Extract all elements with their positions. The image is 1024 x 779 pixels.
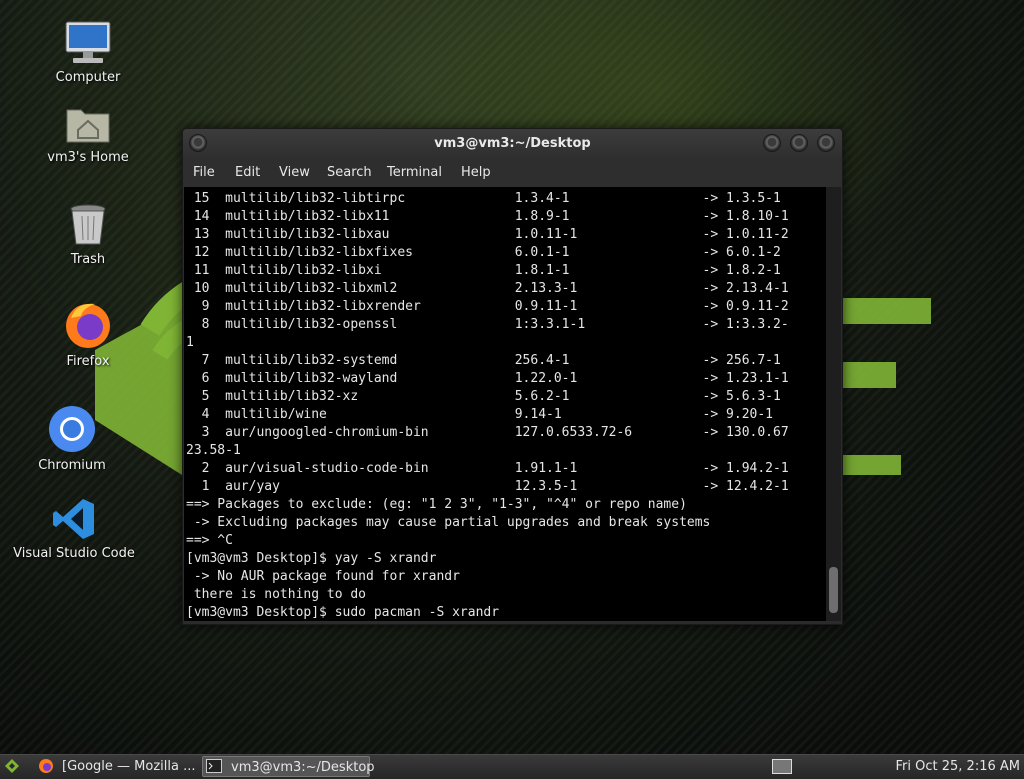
terminal-line: 11 multilib/lib32-libxi 1.8.1-1 -> 1.8.2… — [186, 263, 781, 278]
firefox-icon — [66, 303, 110, 348]
terminal-line: 15 multilib/lib32-libtirpc 1.3.4-1 -> 1.… — [186, 191, 781, 206]
terminal-icon — [206, 759, 222, 773]
terminal-line: 12 multilib/lib32-libxfixes 6.0.1-1 -> 6… — [186, 245, 781, 260]
terminal-line: 9 multilib/lib32-libxrender 0.9.11-1 -> … — [186, 299, 789, 314]
menu-terminal[interactable]: Terminal — [387, 165, 442, 180]
terminal-line: 14 multilib/lib32-libx11 1.8.9-1 -> 1.8.… — [186, 209, 789, 224]
desktop-icon-label: Firefox — [66, 354, 110, 369]
desktop: Computer vm3's Home Trash Firefox Chromi… — [0, 0, 1024, 754]
terminal-scrollbar[interactable] — [826, 187, 841, 621]
desktop-icon-label: Visual Studio Code — [13, 546, 135, 561]
menu-help[interactable]: Help — [461, 165, 491, 180]
terminal-output[interactable]: 15 multilib/lib32-libtirpc 1.3.4-1 -> 1.… — [184, 187, 826, 621]
menu-view[interactable]: View — [279, 165, 310, 180]
scrollbar-thumb[interactable] — [829, 567, 838, 613]
show-desktop-icon[interactable] — [772, 759, 792, 774]
terminal-line: -> Excluding packages may cause partial … — [186, 515, 711, 530]
trash-icon — [70, 204, 106, 245]
terminal-line: 7 multilib/lib32-systemd 256.4-1 -> 256.… — [186, 353, 781, 368]
terminal-line: ==> Packages to exclude: (eg: "1 2 3", "… — [186, 497, 687, 512]
taskbar-item-firefox[interactable]: [Google — Mozilla ... — [36, 756, 196, 777]
desktop-icon-firefox[interactable]: Firefox — [23, 300, 153, 369]
desktop-icon-vscode[interactable]: Visual Studio Code — [9, 496, 139, 561]
desktop-icon-trash[interactable]: Trash — [23, 202, 153, 267]
terminal-line: 13 multilib/lib32-libxau 1.0.11-1 -> 1.0… — [186, 227, 789, 242]
minimize-button[interactable] — [763, 134, 781, 152]
terminal-line: [vm3@vm3 Desktop]$ sudo pacman -S xrandr — [186, 605, 500, 620]
close-button[interactable] — [817, 134, 835, 152]
window-titlebar[interactable]: vm3@vm3:~/Desktop — [183, 129, 842, 159]
firefox-icon — [39, 759, 53, 773]
taskbar-item-terminal[interactable]: vm3@vm3:~/Desktop — [202, 756, 375, 777]
terminal-line: ==> ^C — [186, 533, 233, 548]
terminal-lines: 15 multilib/lib32-libtirpc 1.3.4-1 -> 1.… — [186, 190, 789, 621]
menu-search[interactable]: Search — [327, 165, 372, 180]
terminal-line: 1 — [186, 335, 194, 350]
terminal-line: 1 aur/yay 12.3.5-1 -> 12.4.2-1 — [186, 479, 789, 494]
desktop-icon-chromium[interactable]: Chromium — [7, 404, 137, 473]
desktop-icon-label: Chromium — [38, 458, 106, 473]
terminal-line: 10 multilib/lib32-libxml2 2.13.3-1 -> 2.… — [186, 281, 789, 296]
menu-bar: File Edit View Search Terminal Help — [183, 159, 842, 187]
taskbar-item-label: [Google — Mozilla ... — [62, 759, 196, 774]
menu-edit[interactable]: Edit — [235, 165, 260, 180]
terminal-line: 5 multilib/lib32-xz 5.6.2-1 -> 5.6.3-1 — [186, 389, 781, 404]
terminal-line: 3 aur/ungoogled-chromium-bin 127.0.6533.… — [186, 425, 789, 440]
desktop-icon-label: vm3's Home — [47, 150, 129, 165]
vscode-icon — [53, 499, 94, 539]
desktop-icon-label: Trash — [70, 252, 106, 267]
terminal-line: 23.58-1 — [186, 443, 241, 458]
desktop-icon-home[interactable]: vm3's Home — [23, 102, 153, 165]
start-menu-icon[interactable] — [4, 758, 20, 774]
terminal-line: 4 multilib/wine 9.14-1 -> 9.20-1 — [186, 407, 773, 422]
maximize-button[interactable] — [790, 134, 808, 152]
desktop-icon-label: Computer — [55, 70, 121, 85]
taskbar: [Google — Mozilla ... vm3@vm3:~/Desktop … — [0, 754, 1024, 779]
menu-file[interactable]: File — [193, 165, 215, 180]
terminal-window[interactable]: vm3@vm3:~/Desktop File Edit View Search … — [182, 128, 843, 625]
clock[interactable]: Fri Oct 25, 2:16 AM — [896, 759, 1020, 774]
chromium-icon — [49, 406, 95, 452]
home-folder-icon — [66, 109, 110, 143]
taskbar-item-label: vm3@vm3:~/Desktop — [231, 760, 375, 775]
window-title: vm3@vm3:~/Desktop — [434, 136, 591, 151]
desktop-icon-computer[interactable]: Computer — [23, 20, 153, 85]
terminal-line: 6 multilib/lib32-wayland 1.22.0-1 -> 1.2… — [186, 371, 789, 386]
terminal-line: there is nothing to do — [186, 587, 367, 602]
terminal-line: 8 multilib/lib32-openssl 1:3.3.1-1 -> 1:… — [186, 317, 789, 332]
terminal-line: 2 aur/visual-studio-code-bin 1.91.1-1 ->… — [186, 461, 789, 476]
terminal-line: -> No AUR package found for xrandr — [186, 569, 460, 584]
terminal-line: [vm3@vm3 Desktop]$ yay -S xrandr — [186, 551, 437, 566]
computer-icon — [65, 21, 111, 63]
